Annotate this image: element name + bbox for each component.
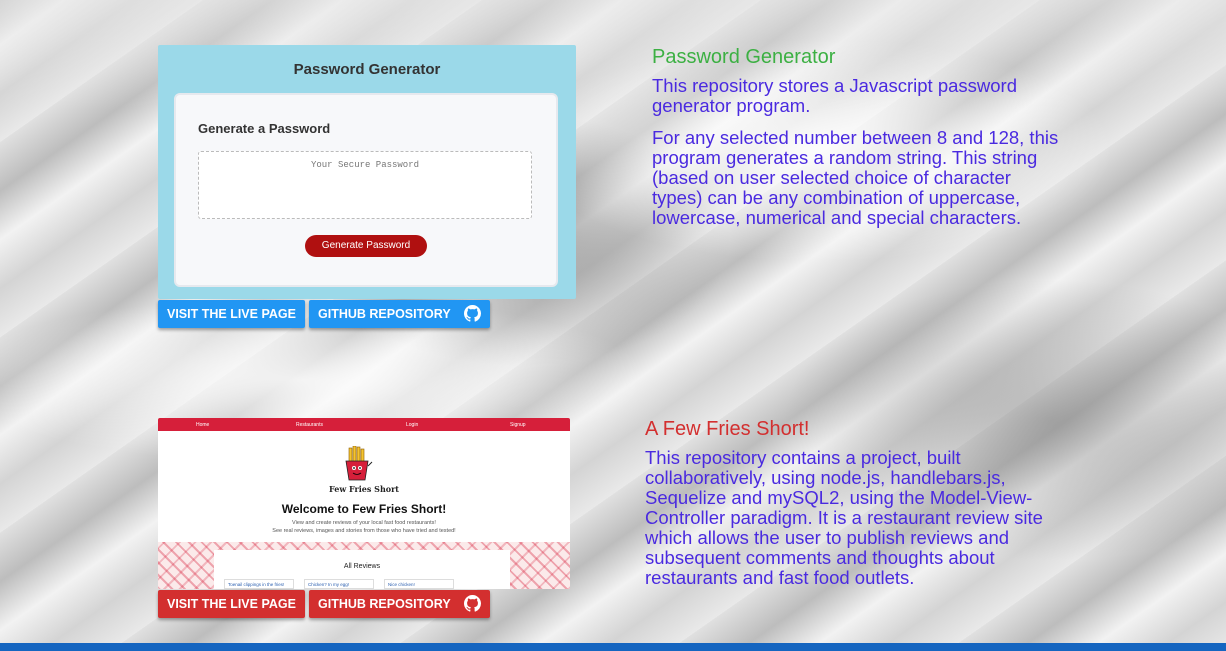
screenshot-reviews-panel: All Reviews Toenail clippings in the fri… bbox=[214, 550, 510, 589]
screenshot-password-field: Your Secure Password bbox=[198, 151, 532, 219]
screenshot-navbar: Home Restaurants Login Signup bbox=[158, 418, 570, 431]
project-description: This repository stores a Javascript pass… bbox=[652, 75, 1017, 116]
screenshot-review-card: Toenail clippings in the fries! bbox=[224, 579, 294, 589]
github-repository-button[interactable]: GITHUB REPOSITORY bbox=[309, 590, 490, 618]
screenshot-subtitle: View and create reviews of your local fa… bbox=[292, 520, 436, 526]
visit-live-page-label: VISIT THE LIVE PAGE bbox=[167, 597, 296, 611]
screenshot-brand: Few Fries Short bbox=[328, 484, 399, 494]
footer-bar bbox=[0, 643, 1226, 651]
screenshot-header: Password Generator bbox=[293, 61, 441, 78]
screenshot-nav-item: Login bbox=[406, 422, 419, 428]
project-description: For any selected number between 8 and 12… bbox=[652, 127, 1059, 228]
screenshot-subtitle: See real reviews, images and stories fro… bbox=[272, 528, 456, 534]
visit-live-page-label: VISIT THE LIVE PAGE bbox=[167, 307, 296, 321]
screenshot-nav-item: Restaurants bbox=[296, 422, 323, 428]
screenshot-generate-button: Generate Password bbox=[305, 235, 427, 257]
github-repository-label: GITHUB REPOSITORY bbox=[318, 307, 451, 321]
github-repository-button[interactable]: GITHUB REPOSITORY bbox=[309, 300, 490, 328]
few-fries-short-screenshot: Home Restaurants Login Signup Few Fries … bbox=[158, 418, 570, 589]
visit-live-page-button[interactable]: VISIT THE LIVE PAGE bbox=[158, 300, 305, 328]
project-title: Password Generator bbox=[652, 46, 836, 68]
screenshot-reviews-title: All Reviews bbox=[343, 563, 381, 570]
github-icon bbox=[463, 594, 481, 612]
project-description: This repository contains a project, buil… bbox=[645, 447, 1043, 588]
screenshot-nav-item: Home bbox=[196, 422, 210, 428]
visit-live-page-button[interactable]: VISIT THE LIVE PAGE bbox=[158, 590, 305, 618]
screenshot-card-title: Generate a Password bbox=[198, 121, 331, 136]
github-icon bbox=[463, 304, 481, 322]
project-title: A Few Fries Short! bbox=[645, 418, 810, 440]
screenshot-card: Generate a Password Your Secure Password… bbox=[174, 93, 558, 287]
github-repository-label: GITHUB REPOSITORY bbox=[318, 597, 451, 611]
screenshot-welcome-heading: Welcome to Few Fries Short! bbox=[281, 502, 447, 516]
password-generator-screenshot: Password Generator Generate a Password Y… bbox=[158, 45, 576, 299]
screenshot-nav-item: Signup bbox=[510, 422, 526, 428]
screenshot-review-card: Nice chicken! bbox=[384, 579, 454, 589]
screenshot-review-card: Chicken? In my egg! bbox=[304, 579, 374, 589]
fries-logo-icon bbox=[345, 446, 373, 481]
